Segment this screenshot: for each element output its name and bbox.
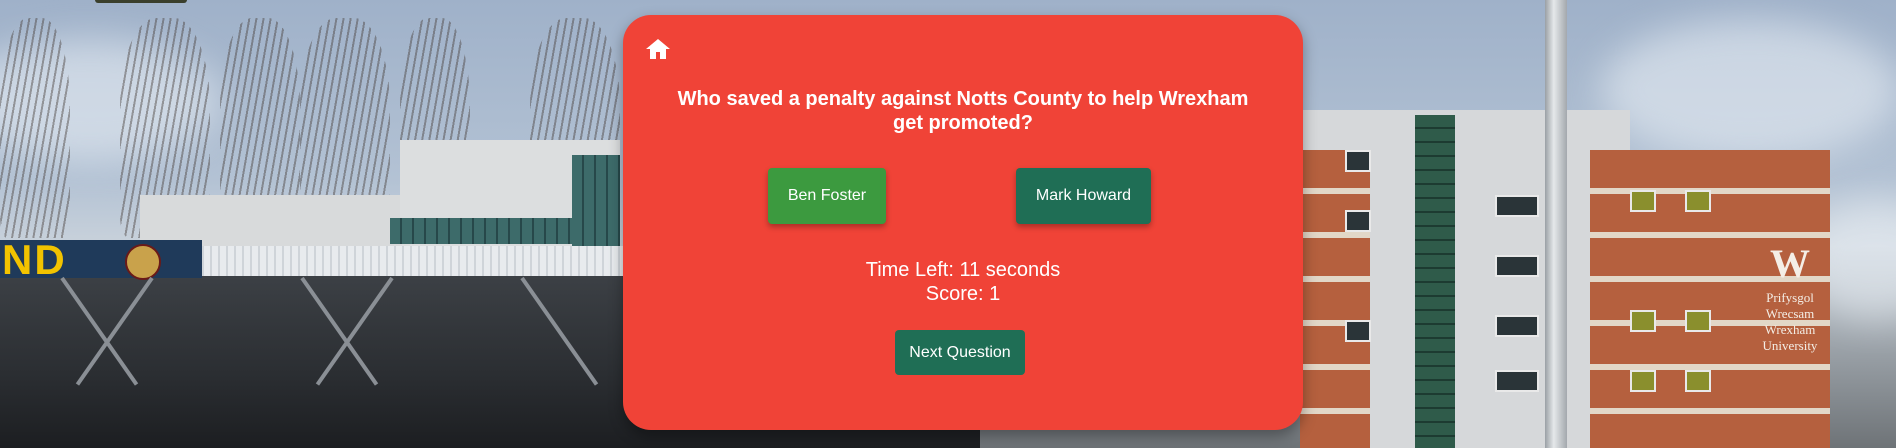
window: [1630, 190, 1656, 212]
glass-strip: [1415, 115, 1455, 448]
glass-facade: [572, 155, 620, 247]
window: [1495, 370, 1539, 392]
window: [1630, 310, 1656, 332]
floodlight-pole: [1545, 0, 1567, 448]
window: [1495, 195, 1539, 217]
stand-sign: ND: [0, 239, 202, 281]
question-text: Who saved a penalty against Notts County…: [677, 88, 1249, 134]
university-sign-text: Prifysgol Wrecsam Wrexham University: [1762, 290, 1818, 353]
window: [1685, 370, 1711, 392]
window: [1685, 310, 1711, 332]
time-left-text: Time Left: 11 seconds: [865, 259, 1061, 281]
cloud: [1600, 20, 1896, 160]
window: [1630, 370, 1656, 392]
brick-building: [1300, 150, 1370, 448]
quiz-card: Who saved a penalty against Notts County…: [623, 15, 1303, 430]
window: [1345, 150, 1371, 172]
window: [1345, 210, 1371, 232]
window: [1495, 315, 1539, 337]
next-question-button[interactable]: Next Question: [895, 330, 1025, 375]
answer-button-ben-foster[interactable]: Ben Foster: [768, 168, 886, 224]
club-crest-icon: [125, 244, 161, 280]
university-logo: W: [1770, 241, 1810, 286]
score-text: Score: 1: [925, 283, 1001, 305]
home-icon[interactable]: [645, 37, 671, 61]
answer-button-mark-howard[interactable]: Mark Howard: [1016, 168, 1151, 224]
tree: [0, 18, 70, 238]
window: [1345, 320, 1371, 342]
window: [1685, 190, 1711, 212]
top-edge-tab: [95, 0, 187, 3]
window: [1495, 255, 1539, 277]
